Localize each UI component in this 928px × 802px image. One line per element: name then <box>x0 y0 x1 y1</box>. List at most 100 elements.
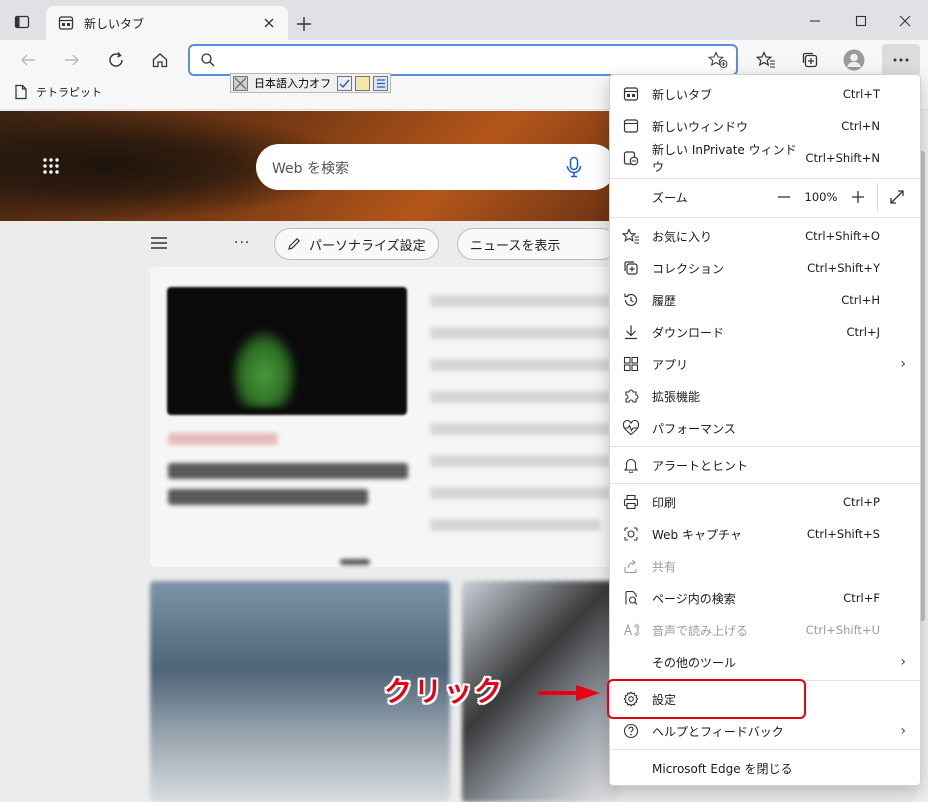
ime-close-icon[interactable] <box>233 75 248 91</box>
apps-icon <box>623 356 639 372</box>
annotation-arrow-icon <box>538 685 600 701</box>
menu-item-apps[interactable]: アプリ › <box>610 348 920 380</box>
favorites-icon <box>622 228 639 244</box>
address-bar[interactable] <box>188 44 738 76</box>
zoom-in-button[interactable] <box>843 182 873 212</box>
web-search-box[interactable]: Web を検索 <box>256 144 616 190</box>
more-icon <box>893 58 909 62</box>
video-thumbnail[interactable] <box>167 287 407 415</box>
settings-and-more-button[interactable] <box>882 44 920 76</box>
close-icon <box>899 15 911 27</box>
tab-strip: 新しいタブ <box>0 0 928 40</box>
back-arrow-icon <box>21 54 35 66</box>
collections-button[interactable] <box>794 44 826 76</box>
show-news-button[interactable]: ニュースを表示 <box>457 228 617 260</box>
chevron-right-icon: › <box>900 723 906 739</box>
new-tab-page-icon <box>58 16 74 30</box>
annotation-highlight-box <box>607 679 806 719</box>
tab-close-button[interactable] <box>256 10 282 36</box>
active-tab[interactable]: 新しいタブ <box>46 6 288 40</box>
menu-item-alerts-and-tips[interactable]: アラートとヒント <box>610 449 920 481</box>
plus-icon <box>297 17 311 31</box>
read-aloud-icon <box>623 623 639 637</box>
back-button[interactable] <box>12 44 44 76</box>
menu-item-new-window[interactable]: 新しいウィンドウ Ctrl+N <box>610 110 920 142</box>
fullscreen-icon <box>890 190 904 204</box>
new-window-icon <box>623 119 639 133</box>
menu-item-extensions[interactable]: 拡張機能 <box>610 380 920 412</box>
print-icon <box>623 494 639 510</box>
add-favorite-icon[interactable] <box>708 51 728 69</box>
ime-tool-icon[interactable] <box>355 75 370 91</box>
profile-button[interactable] <box>838 44 870 76</box>
personalize-button[interactable]: パーソナライズ設定 <box>274 228 439 260</box>
home-icon <box>152 53 168 68</box>
tab-title: 新しいタブ <box>84 16 145 31</box>
refresh-icon <box>109 52 123 67</box>
minus-icon <box>778 196 790 198</box>
fullscreen-button[interactable] <box>882 182 912 212</box>
zoom-level: 100% <box>804 190 838 204</box>
ime-toolbar: 日本語入力オフ <box>230 73 391 93</box>
menu-item-history[interactable]: 履歴 Ctrl+H <box>610 284 920 316</box>
app-launcher-icon[interactable] <box>42 157 60 175</box>
web-capture-icon <box>624 527 638 541</box>
window-close-button[interactable] <box>882 6 928 36</box>
menu-item-close-edge[interactable]: Microsoft Edge を閉じる <box>610 752 920 784</box>
forward-arrow-icon <box>65 54 79 66</box>
hamburger-menu-icon[interactable] <box>150 236 168 250</box>
ime-list-icon[interactable] <box>373 75 388 91</box>
menu-item-downloads[interactable]: ダウンロード Ctrl+J <box>610 316 920 348</box>
ime-check-icon[interactable] <box>337 75 352 91</box>
plus-icon <box>852 191 864 203</box>
extensions-icon <box>625 389 639 403</box>
collections-icon <box>802 52 818 68</box>
menu-item-new-inprivate-window[interactable]: 新しい InPrivate ウィンドウ Ctrl+Shift+N <box>610 142 920 174</box>
personalize-label: パーソナライズ設定 <box>309 238 426 254</box>
search-icon <box>201 53 215 67</box>
favorites-icon <box>756 51 775 68</box>
collections-icon <box>624 261 638 275</box>
menu-item-share[interactable]: 共有 <box>610 550 920 582</box>
menu-item-web-capture[interactable]: Web キャプチャ Ctrl+Shift+S <box>610 518 920 550</box>
minimize-button[interactable] <box>792 6 838 36</box>
close-icon <box>264 18 274 28</box>
ime-mode-label[interactable]: 日本語入力オフ <box>251 75 334 91</box>
favorite-item-label: テトラピット <box>36 86 102 99</box>
show-news-label: ニュースを表示 <box>470 238 561 254</box>
more-options-icon[interactable]: ··· <box>234 235 250 251</box>
new-tab-button[interactable] <box>292 12 316 36</box>
menu-item-new-tab[interactable]: 新しいタブ Ctrl+T <box>610 78 920 110</box>
inprivate-icon <box>623 151 639 166</box>
forward-button[interactable] <box>56 44 88 76</box>
download-icon <box>625 325 637 340</box>
menu-item-zoom: ズーム 100% <box>610 181 920 213</box>
favorite-item[interactable]: テトラピット <box>14 84 102 100</box>
menu-item-favorites[interactable]: お気に入り Ctrl+Shift+O <box>610 220 920 252</box>
chevron-right-icon: › <box>900 356 906 372</box>
menu-item-collections[interactable]: コレクション Ctrl+Shift+Y <box>610 252 920 284</box>
refresh-button[interactable] <box>100 44 132 76</box>
microphone-icon[interactable] <box>566 156 582 178</box>
maximize-icon <box>855 15 867 27</box>
menu-item-read-aloud[interactable]: 音声で読み上げる Ctrl+Shift+U <box>610 614 920 646</box>
menu-item-performance[interactable]: パフォーマンス <box>610 412 920 444</box>
web-search-placeholder: Web を検索 <box>272 161 349 177</box>
page-icon <box>15 84 27 100</box>
find-icon <box>625 590 638 605</box>
pencil-icon <box>288 237 301 250</box>
bell-icon <box>623 458 639 473</box>
annotation-label: クリック <box>384 675 505 708</box>
tab-actions-button[interactable] <box>10 10 34 34</box>
menu-item-more-tools[interactable]: その他のツール › <box>610 646 920 678</box>
favorites-button[interactable] <box>750 44 782 76</box>
new-tab-icon <box>623 87 639 101</box>
maximize-button[interactable] <box>838 6 884 36</box>
menu-item-help-and-feedback[interactable]: ヘルプとフィードバック › <box>610 715 920 747</box>
chevron-right-icon: › <box>900 654 906 670</box>
performance-icon <box>622 420 640 436</box>
menu-item-find-on-page[interactable]: ページ内の検索 Ctrl+F <box>610 582 920 614</box>
home-button[interactable] <box>144 44 176 76</box>
zoom-out-button[interactable] <box>769 182 799 212</box>
menu-item-print[interactable]: 印刷 Ctrl+P <box>610 486 920 518</box>
